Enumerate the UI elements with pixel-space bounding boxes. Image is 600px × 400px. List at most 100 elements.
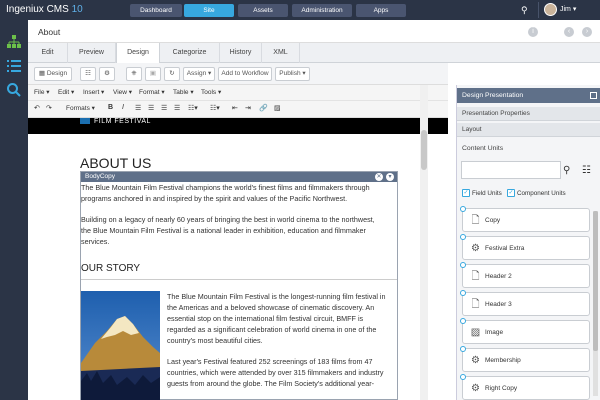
back-icon[interactable]: ‹ <box>564 27 574 37</box>
gear-icon[interactable]: ⚙ <box>99 67 115 81</box>
search-icon[interactable] <box>6 82 22 98</box>
align-center-icon[interactable]: ☰ <box>148 104 154 112</box>
gear-icon: ⚙ <box>471 243 480 254</box>
site-tree-icon[interactable] <box>6 34 22 50</box>
tab-xml[interactable]: XML <box>262 43 300 63</box>
assign-button[interactable]: Assign ▾ <box>183 67 215 81</box>
italic-icon[interactable]: I <box>122 104 124 111</box>
menu-edit[interactable]: Edit ▾ <box>58 88 74 96</box>
left-sidebar <box>0 20 28 400</box>
nav-assets[interactable]: Assets <box>238 4 288 17</box>
menu-insert[interactable]: Insert ▾ <box>83 88 104 96</box>
component-units-checkbox[interactable]: ✓ <box>507 189 515 197</box>
forward-icon[interactable]: › <box>582 27 592 37</box>
bodycopy-component[interactable]: BodyCopy ✕ ▾ The Blue Mountain Film Fest… <box>80 171 398 400</box>
field-units-label: Field Units <box>472 190 502 197</box>
scrollbar-thumb[interactable] <box>593 211 598 351</box>
publish-button[interactable]: Publish ▾ <box>275 67 310 81</box>
list-icon[interactable] <box>6 58 22 74</box>
list-view-icon[interactable]: ☷ <box>582 165 591 176</box>
story-line-1: The Blue Mountain Film Festival is the l… <box>167 292 386 301</box>
refresh-icon[interactable]: ↻ <box>164 67 180 81</box>
checkout-icon[interactable]: ⎈ <box>126 67 142 81</box>
drag-handle[interactable] <box>460 346 466 352</box>
panel-scrollbar[interactable] <box>593 211 598 396</box>
formats-dropdown[interactable]: Formats ▾ <box>66 104 95 112</box>
redo-icon[interactable]: ↷ <box>46 104 52 112</box>
legacy-line-2: the Blue Mountain Film Festival is a nat… <box>81 226 366 235</box>
unit-label: Right Copy <box>485 385 518 392</box>
about-heading[interactable]: ABOUT US <box>80 155 151 171</box>
tab-design[interactable]: Design <box>116 43 160 64</box>
bold-icon[interactable]: B <box>108 104 113 111</box>
menu-format[interactable]: Format ▾ <box>139 88 165 96</box>
bullet-list-icon[interactable]: ☷▾ <box>188 104 198 112</box>
save-icon[interactable]: ▣ <box>145 67 161 81</box>
menu-file[interactable]: File ▾ <box>34 88 50 96</box>
menu-view[interactable]: View ▾ <box>113 88 132 96</box>
content-unit-festival-extra[interactable]: ⚙ Festival Extra <box>460 234 590 260</box>
content-unit-image[interactable]: ▨ Image <box>460 318 590 344</box>
content-units-search-input[interactable] <box>461 161 561 179</box>
search-icon[interactable]: ⚲ <box>521 4 533 16</box>
layout-section[interactable]: Layout <box>457 123 600 137</box>
component-header: BodyCopy ✕ ▾ <box>81 172 397 182</box>
festival-banner: FILM FESTIVAL <box>28 118 448 134</box>
align-left-icon[interactable]: ☰ <box>135 104 141 112</box>
tab-preview[interactable]: Preview <box>68 43 116 63</box>
add-to-workflow-button[interactable]: Add to Workflow <box>218 67 272 81</box>
app-brand[interactable]: Ingeniux CMS 10 <box>6 4 83 15</box>
tab-history[interactable]: History <box>220 43 262 63</box>
drag-handle[interactable] <box>460 206 466 212</box>
avatar[interactable] <box>544 3 557 16</box>
presentation-properties-section[interactable]: Presentation Properties <box>457 107 600 121</box>
design-button[interactable]: ▦ Design <box>34 67 72 81</box>
indent-icon[interactable]: ⇥ <box>245 104 251 112</box>
numbered-list-icon[interactable]: ☷▾ <box>210 104 220 112</box>
tab-categorize[interactable]: Categorize <box>160 43 220 63</box>
page-header: About i ‹ › <box>28 20 600 43</box>
drag-handle[interactable] <box>460 318 466 324</box>
editor-scrollbar[interactable] <box>420 85 428 400</box>
field-units-checkbox[interactable]: ✓ <box>462 189 470 197</box>
content-unit-right-copy[interactable]: ⚙ Right Copy <box>460 374 590 400</box>
content-unit-membership[interactable]: ⚙ Membership <box>460 346 590 372</box>
info-icon[interactable]: i <box>528 27 538 37</box>
undo-icon[interactable]: ↶ <box>34 104 40 112</box>
menu-table[interactable]: Table ▾ <box>173 88 194 96</box>
page-settings-icon[interactable]: ☷ <box>80 67 96 81</box>
nav-apps[interactable]: Apps <box>356 4 406 17</box>
nav-administration[interactable]: Administration <box>292 4 352 17</box>
popout-icon[interactable] <box>590 92 597 99</box>
design-presentation-panel: Design Presentation Presentation Propert… <box>456 85 600 400</box>
content-unit-header-2[interactable]: 🗋 Header 2 <box>460 262 590 288</box>
format-toolbar: ↶ ↷ Formats ▾ B I ☰ ☰ ☰ ☰ ☷▾ ☷▾ ⇤ ⇥ 🔗 ▨ <box>28 101 448 118</box>
divider <box>538 2 539 18</box>
festival-line-2: countries, which were attended by over 3… <box>167 368 384 377</box>
content-unit-header-3[interactable]: 🗋 Header 3 <box>460 290 590 316</box>
banner-text: FILM FESTIVAL <box>94 118 151 125</box>
intro-line-2: programs anchored in and inspired by the… <box>81 194 348 203</box>
design-label: Design <box>46 70 68 77</box>
nav-dashboard[interactable]: Dashboard <box>130 4 182 17</box>
align-justify-icon[interactable]: ☰ <box>174 104 180 112</box>
image-icon[interactable]: ▨ <box>274 104 281 112</box>
user-menu[interactable]: Jim ▾ <box>560 5 576 13</box>
scrollbar-thumb[interactable] <box>421 130 427 170</box>
close-icon[interactable]: ✕ <box>375 173 383 181</box>
drag-handle[interactable] <box>460 374 466 380</box>
outdent-icon[interactable]: ⇤ <box>232 104 238 112</box>
drag-handle[interactable] <box>460 262 466 268</box>
content-unit-copy[interactable]: 🗋 Copy <box>460 206 590 232</box>
drag-handle[interactable] <box>460 234 466 240</box>
nav-site[interactable]: Site <box>184 4 234 17</box>
drag-handle[interactable] <box>460 290 466 296</box>
align-right-icon[interactable]: ☰ <box>161 104 167 112</box>
menu-tools[interactable]: Tools ▾ <box>201 88 221 96</box>
editor-content[interactable]: FILM FESTIVAL ABOUT US BodyCopy ✕ ▾ The … <box>28 118 448 400</box>
chevron-down-icon[interactable]: ▾ <box>386 173 394 181</box>
search-icon[interactable]: ⚲ <box>563 165 570 176</box>
link-icon[interactable]: 🔗 <box>259 104 268 112</box>
tab-edit[interactable]: Edit <box>28 43 68 63</box>
gear-icon: ⚙ <box>471 355 480 366</box>
